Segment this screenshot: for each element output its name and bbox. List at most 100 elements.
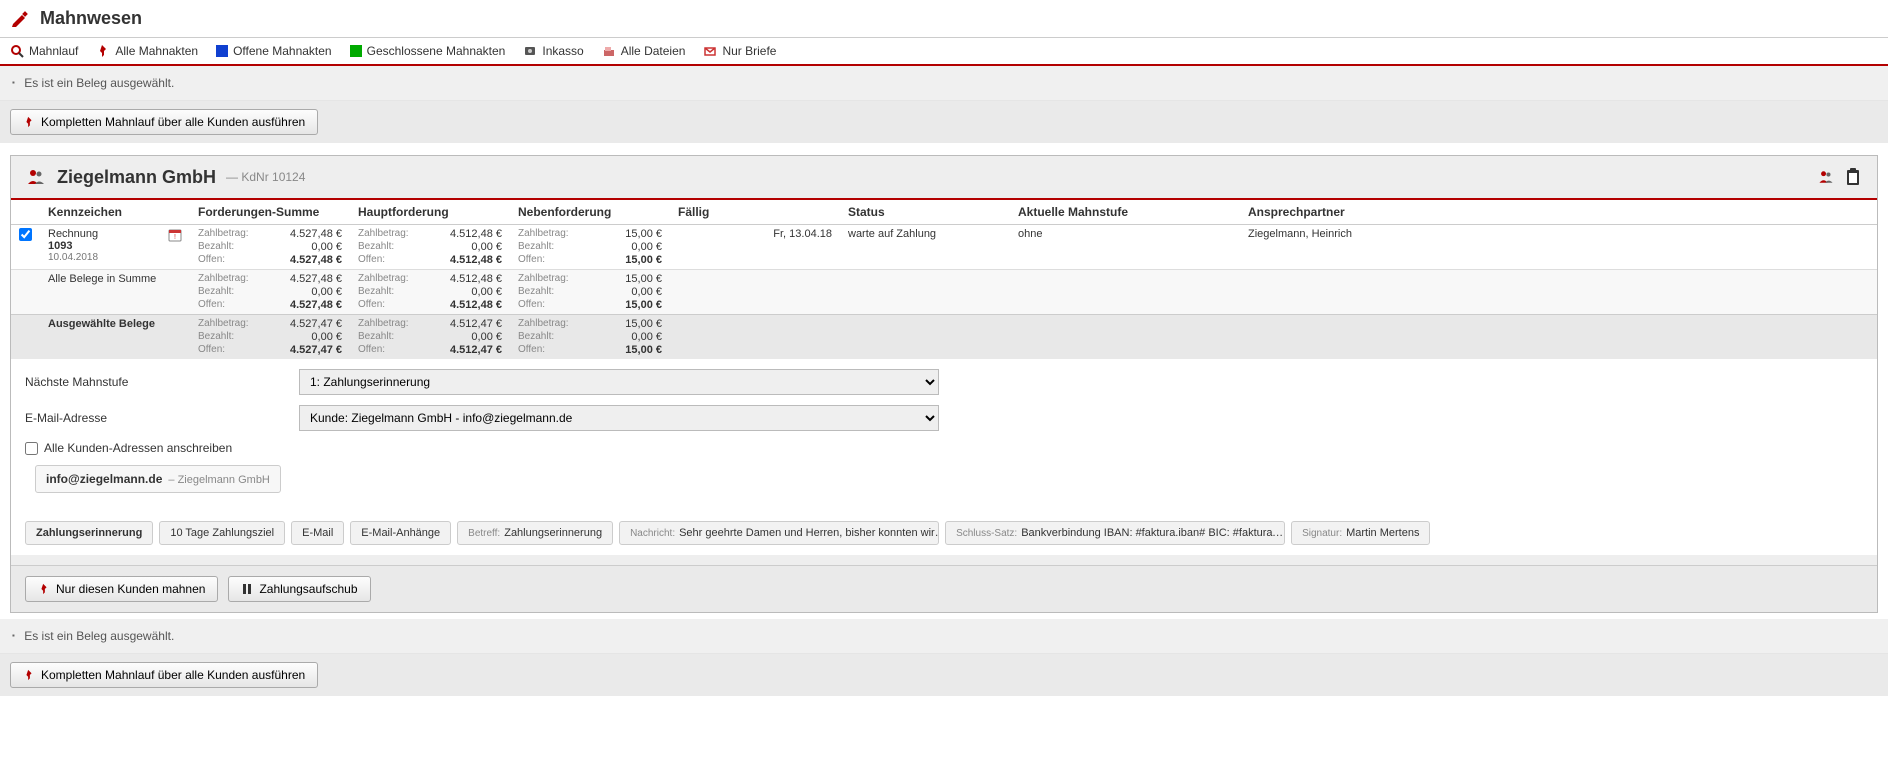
nav-alle-dateien[interactable]: Alle Dateien (602, 44, 686, 58)
email-label: E-Mail-Adresse (25, 411, 285, 425)
cell-value: 15,00 € (592, 254, 662, 266)
next-step-label: Nächste Mahnstufe (25, 375, 285, 389)
customer-id: — KdNr 10124 (226, 170, 305, 184)
table-row[interactable]: Rechnung 1093 10.04.2018 ! Zahlbetrag:4.… (11, 225, 1877, 270)
documents-table: Kennzeichen Forderungen-Summe Hauptforde… (11, 198, 1877, 359)
chip-subject[interactable]: Betreff: Zahlungserinnerung (457, 521, 613, 545)
cell-value: 4.527,48 € (272, 228, 342, 240)
run-all-button[interactable]: Kompletten Mahnlauf über alle Kunden aus… (10, 109, 318, 135)
button-label: Kompletten Mahnlauf über alle Kunden aus… (41, 115, 305, 129)
cell-value: 4.512,48 € (432, 254, 502, 266)
nav-label: Geschlossene Mahnakten (367, 44, 506, 58)
all-addresses-label: Alle Kunden-Adressen anschreiben (44, 441, 232, 455)
mahn-this-customer-button[interactable]: Nur diesen Kunden mahnen (25, 576, 218, 602)
cell-faellig: Fr, 13.04.18 (670, 225, 840, 270)
run-all-row-bottom: Kompletten Mahnlauf über alle Kunden aus… (0, 654, 1888, 696)
email-select[interactable]: Kunde: Ziegelmann GmbH - info@ziegelmann… (299, 405, 939, 431)
doc-date: 10.04.2018 (48, 252, 98, 263)
clipboard-icon[interactable] (1845, 168, 1863, 186)
nav-offene-mahnakten[interactable]: Offene Mahnakten (216, 44, 332, 58)
cell-value: 15,00 € (592, 228, 662, 240)
summary-label: Ausgewählte Belege (40, 315, 190, 360)
chip-template-name[interactable]: Zahlungserinnerung (25, 521, 153, 545)
nav-nur-briefe[interactable]: Nur Briefe (703, 44, 776, 58)
pin-icon (96, 44, 110, 58)
cell-value: 4.527,48 € (272, 254, 342, 266)
cell-ansprechpartner: Ziegelmann, Heinrich (1240, 225, 1877, 270)
nav-inkasso[interactable]: Inkasso (523, 44, 583, 58)
run-all-row-top: Kompletten Mahnlauf über alle Kunden aus… (0, 101, 1888, 143)
run-all-button[interactable]: Kompletten Mahnlauf über alle Kunden aus… (10, 662, 318, 688)
chip-email-sub: – Ziegelmann GmbH (168, 474, 270, 486)
square-green-icon (350, 45, 362, 57)
info-strip-top: Es ist ein Beleg ausgewählt. (0, 66, 1888, 101)
cell-value: 4.512,48 € (432, 228, 502, 240)
button-label: Nur diesen Kunden mahnen (56, 582, 205, 596)
col-checkbox (11, 199, 40, 225)
page-title: Mahnwesen (40, 8, 142, 29)
customer-name: Ziegelmann GmbH (57, 167, 216, 188)
cell-value: 0,00 € (432, 241, 502, 253)
summary-label: Alle Belege in Summe (40, 270, 190, 315)
chip-attachments[interactable]: E-Mail-Anhänge (350, 521, 451, 545)
nav-alle-mahnakten[interactable]: Alle Mahnakten (96, 44, 198, 58)
chip-payment-term[interactable]: 10 Tage Zahlungsziel (159, 521, 285, 545)
chip-closing[interactable]: Schluss-Satz: Bankverbindung IBAN: #fakt… (945, 521, 1285, 545)
cell-value: 0,00 € (592, 241, 662, 253)
email-chip[interactable]: info@ziegelmann.de – Ziegelmann GmbH (35, 465, 281, 493)
button-label: Kompletten Mahnlauf über alle Kunden aus… (41, 668, 305, 682)
files-icon (602, 44, 616, 58)
nav-toolbar: Mahnlauf Alle Mahnakten Offene Mahnakten… (0, 37, 1888, 66)
doc-id: 1093 (48, 240, 98, 252)
group-icon (25, 166, 47, 188)
col-hauptforderung: Hauptforderung (350, 199, 510, 225)
summary-selected-row: Ausgewählte Belege Zahlbetrag:4.527,47 €… (11, 315, 1877, 360)
summary-all-row: Alle Belege in Summe Zahlbetrag:4.527,48… (11, 270, 1877, 315)
square-blue-icon (216, 45, 228, 57)
template-chip-row: Zahlungserinnerung 10 Tage Zahlungsziel … (25, 503, 1863, 545)
cell-value: 0,00 € (272, 241, 342, 253)
next-step-select[interactable]: 1: Zahlungserinnerung (299, 369, 939, 395)
nav-label: Nur Briefe (722, 44, 776, 58)
letter-icon (703, 44, 717, 58)
info-text: Es ist ein Beleg ausgewählt. (24, 629, 174, 643)
customer-header: Ziegelmann GmbH — KdNr 10124 (11, 156, 1877, 198)
defer-payment-button[interactable]: Zahlungsaufschub (228, 576, 370, 602)
customer-action-row: Nur diesen Kunden mahnen Zahlungsaufschu… (11, 565, 1877, 612)
calendar-due-icon[interactable]: ! (168, 228, 182, 242)
dunning-icon (10, 9, 30, 29)
nav-label: Alle Dateien (621, 44, 686, 58)
cell-mahnstufe: ohne (1010, 225, 1240, 270)
nav-label: Offene Mahnakten (233, 44, 332, 58)
customer-panel: Ziegelmann GmbH — KdNr 10124 Kennzeichen… (10, 155, 1878, 613)
pin-icon (38, 583, 50, 595)
inkasso-icon (523, 44, 537, 58)
col-nebenforderung: Nebenforderung (510, 199, 670, 225)
chip-email-address: info@ziegelmann.de (46, 472, 162, 486)
pin-icon (23, 116, 35, 128)
info-strip-bottom: Es ist ein Beleg ausgewählt. (0, 619, 1888, 654)
col-kennzeichen: Kennzeichen (40, 199, 190, 225)
pause-icon (241, 583, 253, 595)
chip-channel[interactable]: E-Mail (291, 521, 344, 545)
form-area: Nächste Mahnstufe 1: Zahlungserinnerung … (11, 359, 1877, 555)
chip-message[interactable]: Nachricht: Sehr geehrte Damen und Herren… (619, 521, 939, 545)
customer-link-icon[interactable] (1817, 168, 1835, 186)
button-label: Zahlungsaufschub (259, 582, 357, 596)
nav-mahnlauf[interactable]: Mahnlauf (10, 44, 78, 58)
all-addresses-checkbox[interactable] (25, 442, 38, 455)
row-checkbox[interactable] (19, 228, 32, 241)
col-mahnstufe: Aktuelle Mahnstufe (1010, 199, 1240, 225)
nav-label: Inkasso (542, 44, 583, 58)
page-header: Mahnwesen (0, 0, 1888, 37)
col-ansprechpartner: Ansprechpartner (1240, 199, 1877, 225)
info-text: Es ist ein Beleg ausgewählt. (24, 76, 174, 90)
chip-signature[interactable]: Signatur: Martin Mertens (1291, 521, 1430, 545)
nav-label: Alle Mahnakten (115, 44, 198, 58)
search-icon (10, 44, 24, 58)
cell-status: warte auf Zahlung (840, 225, 1010, 270)
nav-geschlossene-mahnakten[interactable]: Geschlossene Mahnakten (350, 44, 506, 58)
nav-label: Mahnlauf (29, 44, 78, 58)
col-forderungen: Forderungen-Summe (190, 199, 350, 225)
svg-text:!: ! (174, 234, 176, 241)
